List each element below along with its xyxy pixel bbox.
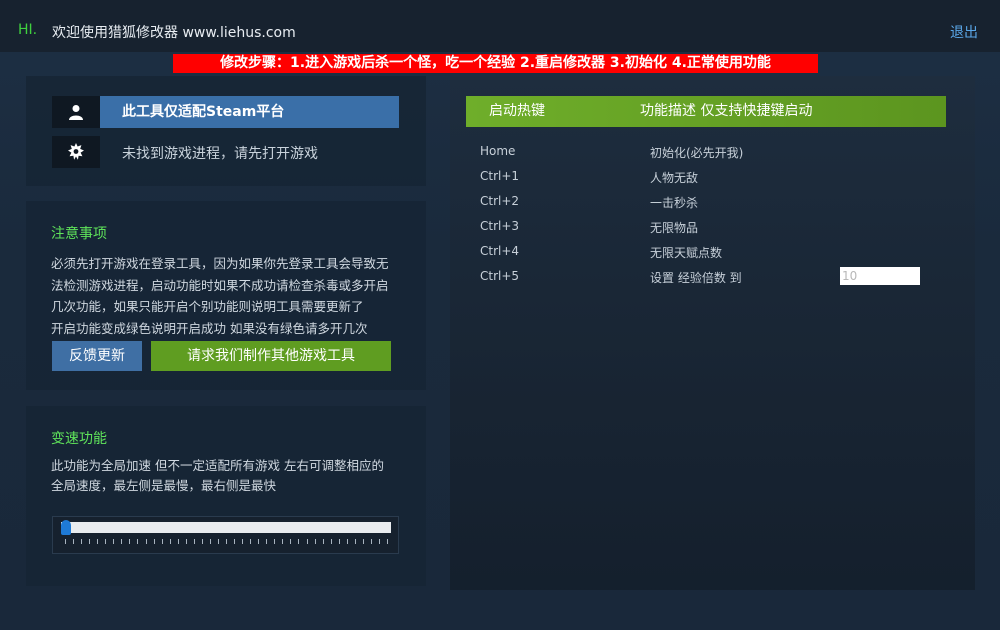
notice-line: 开启功能变成绿色说明开启成功 如果没有绿色请多开几次 xyxy=(51,320,368,336)
hotkey-key: Ctrl+2 xyxy=(480,194,520,208)
speed-description: 此功能为全局加速 但不一定适配所有游戏 左右可调整相应的 全局速度，最左侧是最慢… xyxy=(51,456,411,496)
notice-line: 法检测游戏进程，启动功能时如果不成功请检查杀毒或多开启 xyxy=(51,277,389,293)
slider-tick xyxy=(65,539,66,544)
slider-tick xyxy=(322,539,324,544)
slider-tick xyxy=(362,539,364,544)
hotkey-column-header: 启动热键 xyxy=(489,103,545,119)
greeting-label: HI. xyxy=(18,22,38,38)
slider-tick xyxy=(346,539,348,544)
hotkeys-header: 启动热键 功能描述 仅支持快捷键启动 xyxy=(466,96,946,127)
platform-panel: 此工具仅适配Steam平台 未找到游戏进程，请先打开游戏 xyxy=(26,76,426,186)
hotkey-key: Ctrl+4 xyxy=(480,244,520,258)
slider-tick xyxy=(169,539,171,544)
hotkey-key: Ctrl+3 xyxy=(480,219,520,233)
hotkey-desc: 人物无敌 xyxy=(650,171,699,185)
speed-panel: 变速功能 此功能为全局加速 但不一定适配所有游戏 左右可调整相应的 全局速度，最… xyxy=(26,406,426,586)
slider-tick xyxy=(314,539,316,544)
steam-platform-label: 此工具仅适配Steam平台 xyxy=(100,96,399,128)
hotkey-row: Home 初始化(必先开我) xyxy=(480,144,950,164)
hotkey-row: Ctrl+2 一击秒杀 xyxy=(480,194,950,214)
slider-tick xyxy=(217,539,219,544)
slider-tick xyxy=(201,539,203,544)
hotkeys-panel: 启动热键 功能描述 仅支持快捷键启动 Home 初始化(必先开我) Ctrl+1… xyxy=(450,76,975,590)
hotkey-row: Ctrl+4 无限天赋点数 xyxy=(480,244,950,264)
slider-tick xyxy=(193,539,195,544)
slider-tick xyxy=(73,539,75,544)
hotkey-key: Home xyxy=(480,144,516,158)
feedback-update-button[interactable]: 反馈更新 xyxy=(52,341,142,371)
speed-slider-ticks xyxy=(65,539,388,545)
slider-tick xyxy=(330,539,332,544)
process-status-label: 未找到游戏进程，请先打开游戏 xyxy=(122,146,318,162)
logout-link[interactable]: 退出 xyxy=(950,22,978,42)
steps-banner: 修改步骤：1.进入游戏后杀一个怪，吃一个经验 2.重启修改器 3.初始化 4.正… xyxy=(173,54,818,73)
slider-tick xyxy=(105,539,107,544)
hotkey-desc: 初始化(必先开我) xyxy=(650,146,744,160)
speed-slider[interactable] xyxy=(52,516,399,554)
slider-tick xyxy=(209,539,211,544)
speed-title: 变速功能 xyxy=(51,431,107,447)
slider-tick xyxy=(298,539,300,544)
slider-tick xyxy=(185,539,187,544)
notice-line: 必须先打开游戏在登录工具，因为如果你先登录工具会导致无 xyxy=(51,256,389,271)
title-bar: HI. 欢迎使用猎狐修改器 www.liehus.com 退出 xyxy=(0,0,1000,52)
slider-tick xyxy=(250,539,252,544)
notice-panel: 注意事项 必须先打开游戏在登录工具，因为如果你先登录工具会导致无 法检测游戏进程… xyxy=(26,201,426,390)
speed-line: 全局速度，最左侧是最慢，最右侧是最快 xyxy=(51,478,277,493)
hotkey-row: Ctrl+5 设置 经验倍数 到 xyxy=(480,267,950,289)
slider-tick xyxy=(226,539,227,544)
slider-tick xyxy=(258,539,260,544)
gear-icon xyxy=(52,136,100,168)
slider-tick xyxy=(338,539,340,544)
hotkey-key: Ctrl+1 xyxy=(480,169,520,183)
notice-text: 必须先打开游戏在登录工具，因为如果你先登录工具会导致无 法检测游戏进程，启动功能… xyxy=(51,253,411,339)
notice-title: 注意事项 xyxy=(51,226,107,242)
slider-tick xyxy=(97,539,99,544)
slider-tick xyxy=(113,539,115,544)
exp-multiplier-input[interactable] xyxy=(840,267,920,285)
description-column-header: 功能描述 仅支持快捷键启动 xyxy=(640,103,813,119)
app-title: 欢迎使用猎狐修改器 www.liehus.com xyxy=(52,25,296,41)
hotkey-row: Ctrl+1 人物无敌 xyxy=(480,169,950,189)
hotkey-desc: 无限物品 xyxy=(650,221,699,235)
slider-tick xyxy=(274,539,276,544)
slider-tick xyxy=(242,539,244,544)
slider-tick xyxy=(161,539,163,544)
slider-tick xyxy=(378,539,380,544)
slider-tick xyxy=(387,539,388,544)
slider-tick xyxy=(129,539,131,544)
slider-tick xyxy=(121,539,123,544)
hotkey-key: Ctrl+5 xyxy=(480,269,520,283)
speed-slider-handle[interactable] xyxy=(61,520,71,535)
speed-line: 此功能为全局加速 但不一定适配所有游戏 左右可调整相应的 xyxy=(51,458,384,473)
slider-tick xyxy=(282,539,284,544)
slider-tick xyxy=(306,539,308,544)
slider-tick xyxy=(81,539,83,544)
slider-tick xyxy=(370,539,372,544)
hotkey-desc: 一击秒杀 xyxy=(650,196,699,210)
user-icon xyxy=(52,96,100,128)
slider-tick xyxy=(177,539,179,544)
slider-tick xyxy=(290,539,292,544)
slider-tick xyxy=(145,539,147,544)
request-tool-button[interactable]: 请求我们制作其他游戏工具 xyxy=(151,341,391,371)
slider-tick xyxy=(137,539,139,544)
hotkey-desc: 设置 经验倍数 到 xyxy=(650,271,742,285)
slider-tick xyxy=(234,539,236,544)
speed-slider-track[interactable] xyxy=(61,522,391,533)
notice-line: 几次功能，如果只能开启个别功能则说明工具需要更新了 xyxy=(51,299,364,314)
hotkey-desc: 无限天赋点数 xyxy=(650,246,723,260)
slider-tick xyxy=(89,539,91,544)
slider-tick xyxy=(354,539,356,544)
hotkey-row: Ctrl+3 无限物品 xyxy=(480,219,950,239)
slider-tick xyxy=(153,539,155,544)
slider-tick xyxy=(266,539,268,544)
